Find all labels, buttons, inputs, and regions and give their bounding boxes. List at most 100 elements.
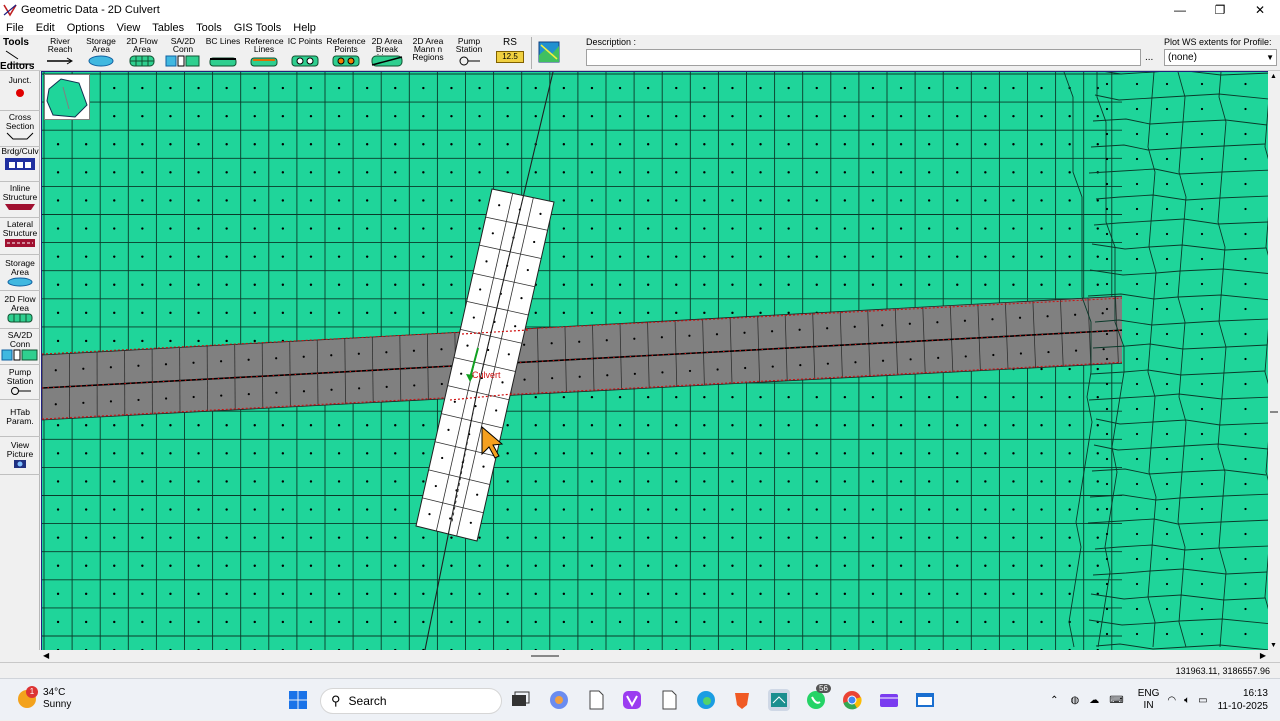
horizontal-scroll-thumb[interactable] (531, 655, 559, 657)
minimize-button[interactable]: — (1160, 0, 1200, 20)
menu-edit[interactable]: Edit (30, 22, 61, 34)
menu-bar: File Edit Options View Tables Tools GIS … (0, 20, 1280, 35)
scroll-right-icon[interactable]: ▶ (1260, 651, 1266, 660)
video-editor-icon[interactable] (878, 689, 900, 711)
geometry-map-canvas[interactable]: Culvert (41, 71, 1268, 650)
menu-file[interactable]: File (0, 22, 30, 34)
description-label: Description : (586, 37, 636, 47)
chevron-down-icon: ▼ (1266, 50, 1274, 65)
scroll-left-icon[interactable]: ◀ (43, 651, 49, 660)
menu-help[interactable]: Help (287, 22, 322, 34)
window-title: Geometric Data - 2D Culvert (21, 4, 160, 16)
overview-thumbnail[interactable] (44, 74, 90, 120)
status-bar: 131963.11, 3186557.96 (0, 662, 1280, 678)
pump-station-icon (5, 386, 35, 396)
menu-tables[interactable]: Tables (146, 22, 190, 34)
menu-options[interactable]: Options (61, 22, 111, 34)
windows-start-icon[interactable] (287, 689, 309, 711)
plot-ws-profile-select[interactable]: (none) ▼ (1164, 49, 1277, 66)
sa-2d-conn-icon (1, 349, 39, 361)
vertical-scrollbar[interactable]: ▲ ▼ (1268, 71, 1280, 650)
tool-reference-points[interactable]: Reference Points (326, 37, 366, 70)
tool-break-lines[interactable]: 2D Area Break Lines (367, 37, 407, 70)
lateral-structure-icon (3, 238, 37, 248)
break-lines-icon (370, 55, 404, 67)
editor-pump-station[interactable]: Pump Station (0, 365, 40, 400)
editor-sa-2d-conn[interactable]: SA/2D Conn (0, 329, 40, 365)
rs-icon: 12.5 (496, 51, 524, 63)
editor-lateral-structure[interactable]: Lateral Structure (0, 218, 40, 255)
vertical-scroll-thumb[interactable] (1270, 411, 1278, 413)
menu-gis-tools[interactable]: GIS Tools (228, 22, 288, 34)
tool-2d-flow-area[interactable]: 2D Flow Area (122, 37, 162, 70)
2d-flow-area-icon (5, 313, 35, 323)
editor-bridge-culvert[interactable]: Brdg/Culv (0, 147, 40, 182)
chevron-up-icon[interactable]: ⌃ (1050, 695, 1058, 706)
edge-browser-icon[interactable] (695, 689, 717, 711)
editor-inline-structure[interactable]: Inline Structure (0, 182, 40, 218)
onedrive-icon[interactable]: ☁ (1089, 695, 1099, 706)
description-input[interactable] (586, 49, 1141, 66)
tool-river-reach[interactable]: River Reach (40, 37, 80, 70)
sun-icon: 1 (18, 690, 36, 708)
editor-htab-param[interactable]: HTab Param. (0, 400, 40, 437)
hec-ras-taskbar-icon[interactable] (768, 689, 790, 711)
weather-temp: 34°C (43, 687, 71, 699)
weather-badge: 1 (26, 686, 38, 698)
network-sync-icon[interactable]: ◍ (1071, 695, 1080, 706)
editor-view-picture[interactable]: View Picture (0, 437, 40, 475)
task-view-icon[interactable] (509, 689, 531, 711)
keyboard-icon[interactable]: ⌨ (1109, 695, 1123, 706)
tool-pump-station[interactable]: Pump Station (449, 37, 489, 70)
plot-ws-label: Plot WS extents for Profile: (1164, 37, 1272, 47)
horizontal-scrollbar[interactable]: ◀ ▶ (41, 650, 1268, 662)
tool-mann-n-regions[interactable]: 2D Area Mann n Regions (408, 37, 448, 70)
taskbar-search[interactable]: ⚲ Search (320, 688, 502, 714)
weather-widget[interactable]: 1 34°C Sunny (18, 687, 71, 711)
river-reach-icon (45, 55, 75, 67)
close-button[interactable]: ✕ (1240, 0, 1280, 20)
storage-area-icon (5, 277, 35, 287)
menu-view[interactable]: View (111, 22, 147, 34)
search-icon: ⚲ (331, 693, 341, 709)
title-bar: Geometric Data - 2D Culvert — ❐ ✕ (0, 0, 1280, 20)
junction-icon (14, 85, 26, 99)
file-icon[interactable] (585, 689, 607, 711)
tool-reference-lines[interactable]: Reference Lines (244, 37, 284, 70)
plot-ws-profile-value: (none) (1168, 52, 1197, 63)
2d-flow-area-icon (127, 55, 157, 67)
tool-sa-2d-conn[interactable]: SA/2D Conn (163, 37, 203, 70)
editor-2d-flow-area[interactable]: 2D Flow Area (0, 291, 40, 329)
volume-icon[interactable]: 🔈︎ (1184, 695, 1190, 706)
editor-cross-section[interactable]: Cross Section (0, 111, 40, 147)
reference-lines-icon (249, 55, 279, 67)
copilot-icon[interactable] (548, 689, 570, 711)
media-app-icon[interactable] (621, 689, 643, 711)
tools-label: Tools (3, 37, 29, 48)
description-more-button[interactable]: ... (1145, 52, 1153, 63)
maximize-button[interactable]: ❐ (1200, 0, 1240, 20)
editor-junction[interactable]: Junct. (0, 76, 40, 111)
tool-ic-points[interactable]: IC Points (285, 37, 325, 70)
camera-icon (10, 459, 30, 469)
battery-icon[interactable]: ▭ (1198, 695, 1207, 706)
scroll-down-icon[interactable]: ▼ (1270, 642, 1277, 649)
wifi-icon[interactable]: ◠ (1167, 695, 1176, 706)
whatsapp-app[interactable]: 56 (805, 689, 827, 711)
cursor-coordinates: 131963.11, 3186557.96 (1176, 666, 1270, 676)
tool-map-layers[interactable] (534, 41, 564, 74)
editor-storage-area[interactable]: Storage Area (0, 255, 40, 291)
clock[interactable]: 16:13 11-10-2025 (1218, 687, 1268, 713)
bc-lines-icon (208, 55, 238, 67)
overview-map-icon (45, 75, 89, 119)
app-window-icon[interactable] (914, 689, 936, 711)
document-icon[interactable] (658, 689, 680, 711)
chrome-browser-icon[interactable] (841, 689, 863, 711)
tool-bc-lines[interactable]: BC Lines (203, 37, 243, 70)
menu-tools[interactable]: Tools (190, 22, 228, 34)
tool-rs[interactable]: RS 12.5 (490, 37, 530, 70)
brave-browser-icon[interactable] (731, 689, 753, 711)
tool-storage-area[interactable]: Storage Area (81, 37, 121, 70)
scroll-up-icon[interactable]: ▲ (1270, 73, 1277, 80)
language-indicator[interactable]: ENG IN (1138, 688, 1160, 712)
